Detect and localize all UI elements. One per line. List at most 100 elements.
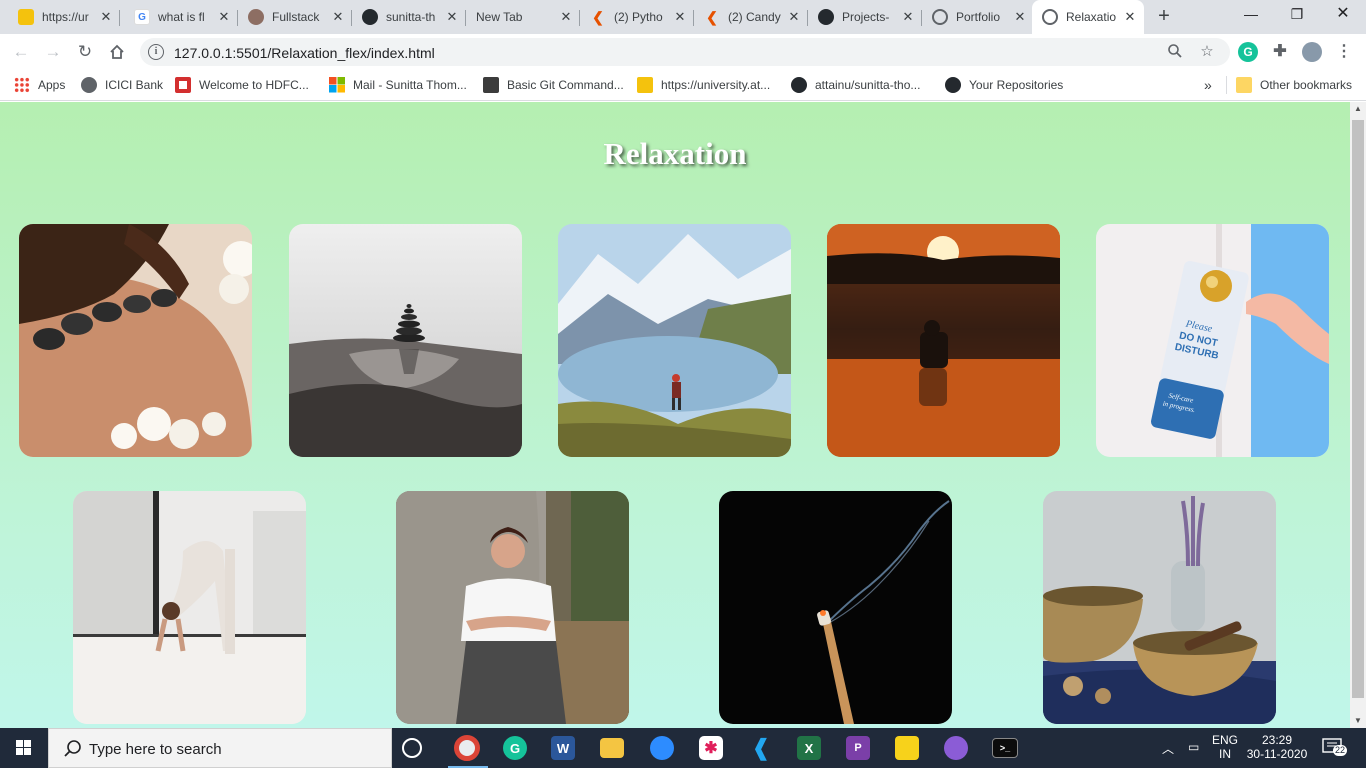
google-icon: G [134,9,150,25]
excel-icon[interactable]: X [797,736,821,760]
close-icon[interactable]: ✕ [444,9,460,25]
close-icon[interactable]: ✕ [98,9,114,25]
singing-bowls-image [1043,491,1276,724]
scroll-up-arrow-icon[interactable]: ▲ [1350,102,1366,116]
more-bookmarks-button[interactable]: » [1204,76,1212,94]
bookmark-label: https://university.at... [661,78,771,92]
other-bookmarks[interactable]: Other bookmarks [1236,76,1352,94]
scrollbar-thumb[interactable] [1352,120,1364,698]
bookmarks-divider [1226,76,1227,94]
close-icon[interactable]: ✕ [1122,9,1138,25]
globe-icon [1042,9,1058,25]
tab-title: New Tab [476,10,523,24]
home-button[interactable] [105,40,129,64]
bookmark-university[interactable]: https://university.at... [637,76,770,94]
language-indicator[interactable]: ENG IN [1212,733,1238,773]
taskbar-search[interactable]: Type here to search [48,728,392,768]
browser-tab[interactable]: G what is fl ✕ [124,4,238,30]
sticky-notes-icon[interactable] [895,736,919,760]
zoom-app-icon[interactable] [650,736,674,760]
site-info-icon[interactable]: i [148,44,164,60]
show-hidden-icons-chevron-icon[interactable]: ︿ [1162,740,1174,780]
bookmark-apps[interactable]: Apps [14,76,65,94]
close-icon[interactable]: ✕ [672,9,688,25]
bookmark-label: Basic Git Command... [507,78,624,92]
new-tab-button[interactable]: + [1154,6,1174,27]
start-button[interactable] [0,728,48,768]
browser-tab-active[interactable]: Relaxatio ✕ [1032,0,1144,34]
stone-stack-image [289,224,522,457]
chrome-icon[interactable] [454,735,480,761]
close-icon[interactable]: ✕ [216,9,232,25]
address-url[interactable]: 127.0.0.1:5501/Relaxation_flex/index.htm… [174,45,435,61]
avatar[interactable] [1302,42,1322,62]
browser-tab[interactable]: sunitta-th ✕ [352,4,466,30]
bookmark-git[interactable]: Basic Git Command... [483,76,624,94]
folder-icon [1236,77,1252,93]
bookmark-repositories[interactable]: Your Repositories [945,76,1063,94]
bookmark-star-icon[interactable]: ☆ [1198,43,1216,61]
github-desktop-icon[interactable] [944,736,968,760]
grammarly-icon[interactable]: G [503,736,527,760]
word-icon[interactable]: W [551,736,575,760]
tab-strip: https://ur ✕ G what is fl ✕ Fullstack ✕ … [0,0,1366,34]
slack-icon[interactable]: ✱ [699,736,723,760]
zoom-icon[interactable] [1166,43,1184,61]
close-window-button[interactable]: ✕ [1320,0,1366,30]
search-placeholder: Type here to search [89,741,222,758]
bookmark-mail[interactable]: Mail - Sunitta Thom... [329,76,467,94]
page-scrollbar[interactable]: ▲ ▼ [1350,102,1366,728]
network-icon[interactable]: ▭ [1188,740,1199,780]
browser-tab[interactable]: Portfolio ✕ [922,4,1034,30]
clock[interactable]: 23:29 30-11-2020 [1244,733,1310,773]
close-icon[interactable]: ✕ [1012,9,1028,25]
minimize-button[interactable]: — [1228,0,1274,30]
tab-title: Relaxatio [1066,10,1117,24]
vscode-icon[interactable]: ❰ [748,735,774,761]
forward-button[interactable]: → [41,40,65,64]
bookmarks-bar: Apps ICICI Bank Welcome to HDFC... Mail … [0,70,1366,101]
browser-tab[interactable]: New Tab ✕ [466,4,580,30]
search-icon [64,740,81,757]
globe-icon [81,77,97,93]
browser-tab[interactable]: ❮ (2) Candy ✕ [694,4,808,30]
address-bar[interactable]: i 127.0.0.1:5501/Relaxation_flex/index.h… [140,38,1230,66]
candy-icon: ❮ [592,8,604,25]
notification-center[interactable]: 22 [1322,738,1348,758]
bookmark-attainu[interactable]: attainu/sunitta-tho... [791,76,920,94]
menu-icon[interactable]: ⋮ [1334,42,1354,62]
language-secondary: IN [1219,747,1231,761]
browser-tab[interactable]: https://ur ✕ [8,4,120,30]
scroll-down-arrow-icon[interactable]: ▼ [1350,714,1366,728]
tab-title: sunitta-th [386,10,436,24]
grammarly-icon[interactable]: G [1238,42,1258,62]
bookmark-label: Other bookmarks [1260,78,1353,92]
sticky-note-icon [637,77,653,93]
tab-title: Portfolio [956,10,1001,24]
close-icon[interactable]: ✕ [558,9,574,25]
clock-time: 23:29 [1261,733,1293,747]
browser-tab[interactable]: ❮ (2) Pytho ✕ [580,4,694,30]
file-explorer-icon[interactable] [600,738,624,758]
task-view-icon[interactable] [402,738,422,758]
bookmark-hdfc[interactable]: Welcome to HDFC... [175,76,309,94]
microsoft-icon [329,77,345,93]
terminal-icon[interactable]: >_ [992,738,1018,758]
bookmark-label: Your Repositories [969,78,1064,92]
extensions-icon[interactable]: ✚ [1270,42,1290,62]
page-viewport: Relaxation Please DO NOT DISTURB Self-ca… [0,102,1350,728]
bookmark-icici[interactable]: ICICI Bank [81,76,163,94]
close-icon[interactable]: ✕ [330,9,346,25]
browser-tab[interactable]: Fullstack ✕ [238,4,352,30]
bookmark-label: Mail - Sunitta Thom... [353,78,467,92]
clock-date: 30-11-2020 [1246,747,1308,761]
reload-button[interactable]: ↻ [73,40,97,64]
language-primary: ENG [1212,733,1239,747]
browser-tab[interactable]: Projects- ✕ [808,4,922,30]
back-button[interactable]: ← [9,40,33,64]
pdf-editor-icon[interactable]: P [846,736,870,760]
close-icon[interactable]: ✕ [900,9,916,25]
restore-button[interactable]: ❐ [1274,0,1320,30]
bookmark-label: attainu/sunitta-tho... [815,78,921,92]
close-icon[interactable]: ✕ [786,9,802,25]
